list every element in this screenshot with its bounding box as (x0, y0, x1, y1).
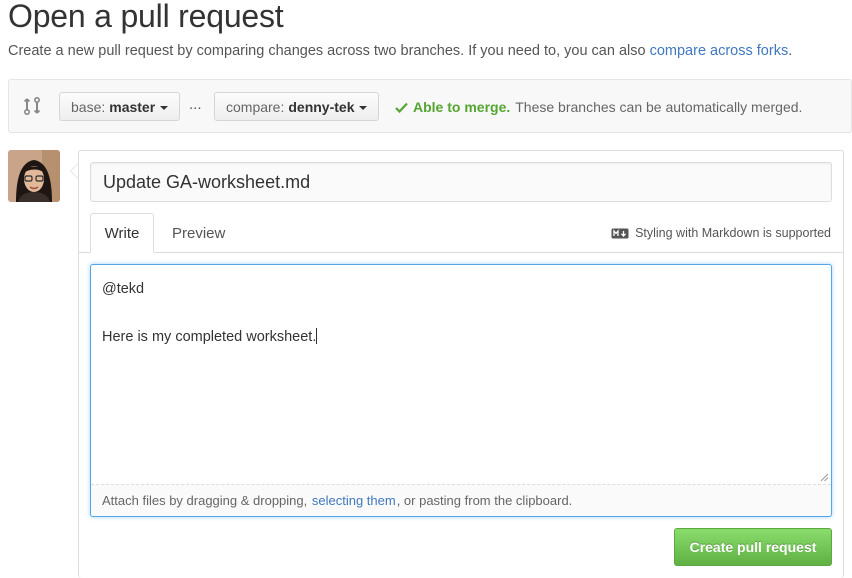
git-compare-icon[interactable] (23, 96, 41, 116)
merge-status: Able to merge. These branches can be aut… (395, 99, 802, 115)
markdown-hint-text: Styling with Markdown is supported (635, 226, 831, 240)
subtitle-end: . (788, 43, 793, 59)
base-prefix: base: (71, 98, 106, 115)
file-attach-bar[interactable]: Attach files by dragging & dropping, sel… (91, 484, 831, 516)
caret-down-icon (359, 105, 368, 110)
check-icon (395, 102, 408, 113)
select-files-link[interactable]: selecting them (312, 493, 396, 508)
merge-status-detail: These branches can be automatically merg… (515, 99, 803, 115)
resize-grip-icon[interactable] (820, 473, 829, 482)
tab-write[interactable]: Write (90, 213, 154, 253)
create-pull-request-button[interactable]: Create pull request (674, 528, 832, 566)
caret-down-icon (160, 105, 169, 110)
compare-across-forks-link[interactable]: compare across forks (650, 43, 789, 59)
comment-area: @tekd Here is my completed worksheet. At… (90, 264, 832, 517)
attach-text-end: , or pasting from the clipboard. (396, 493, 573, 508)
avatar-image (8, 150, 60, 202)
compare-branch-name: denny-tek (288, 98, 355, 115)
branch-range-bar: base: master ... compare: denny-tek Able… (8, 79, 852, 133)
text-cursor (316, 328, 318, 344)
base-branch-name: master (109, 98, 156, 115)
compare-prefix: compare: (226, 98, 285, 115)
page-subtitle: Create a new pull request by comparing c… (8, 43, 792, 59)
avatar[interactable] (8, 150, 60, 202)
comment-body-textarea[interactable]: @tekd Here is my completed worksheet. (91, 265, 831, 484)
range-separator: ... (189, 96, 202, 113)
markdown-icon (611, 228, 629, 238)
comment-line-mention: @tekd (102, 281, 145, 297)
compare-branch-select[interactable]: compare: denny-tek (214, 92, 380, 121)
avatar-pointer-fill (71, 164, 78, 178)
comment-line-body: Here is my completed worksheet. (102, 329, 317, 345)
base-branch-select[interactable]: base: master (59, 92, 181, 121)
attach-text-start: Attach files by dragging & dropping, (102, 493, 308, 508)
markdown-hint[interactable]: Styling with Markdown is supported (611, 226, 831, 240)
tab-preview[interactable]: Preview (158, 213, 239, 253)
merge-status-label: Able to merge. (413, 99, 511, 115)
page-title: Open a pull request (8, 0, 284, 34)
subtitle-text: Create a new pull request by comparing c… (8, 43, 646, 59)
pr-title-input[interactable] (90, 162, 832, 202)
